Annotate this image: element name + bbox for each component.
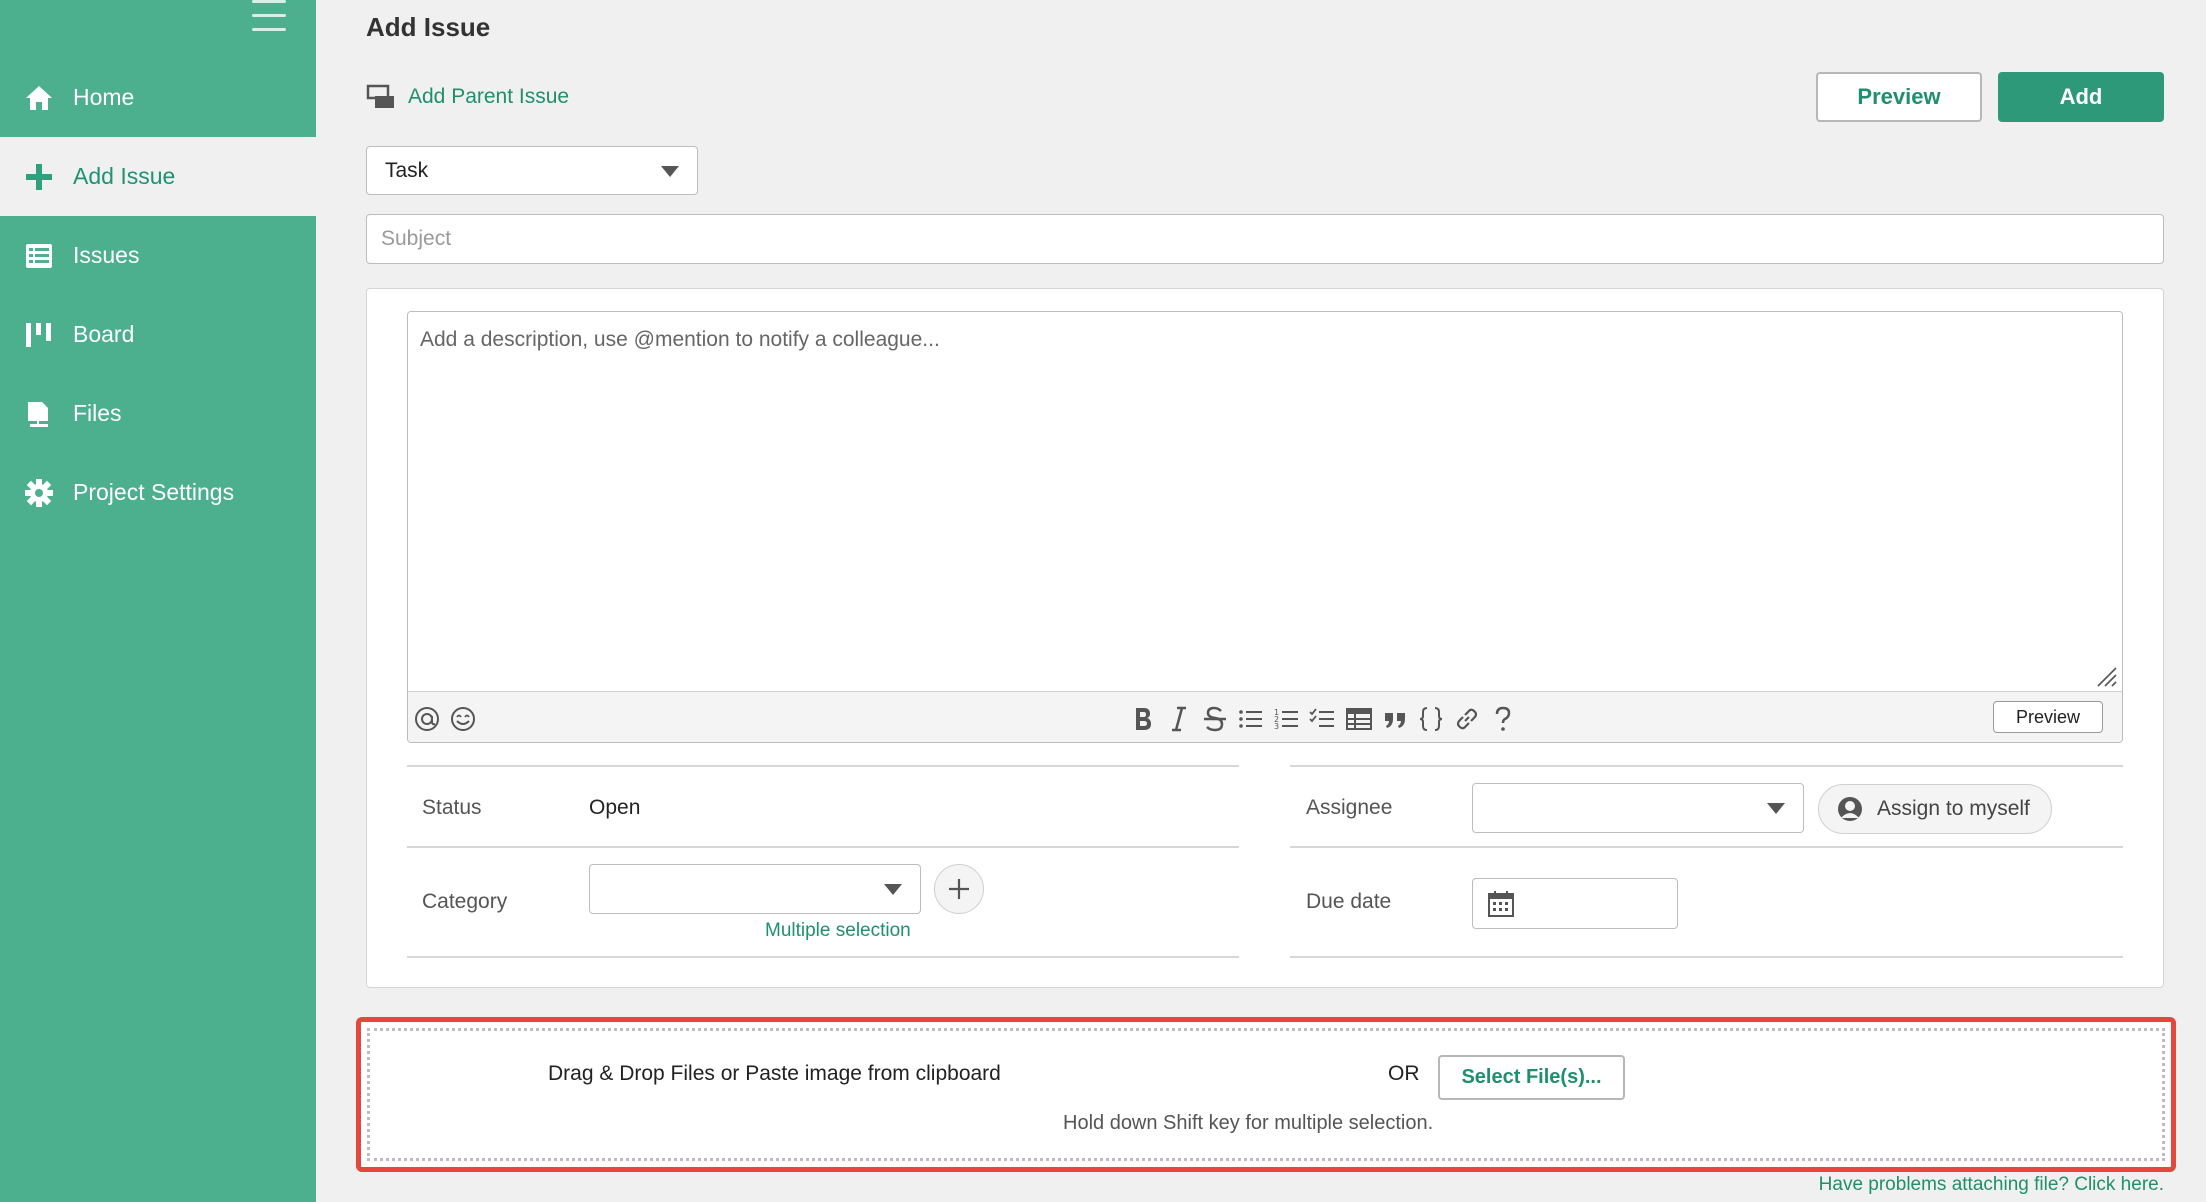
preview-button[interactable]: Preview [1816,72,1982,122]
plus-icon [24,162,54,192]
issue-type-select[interactable]: Task [366,146,698,195]
code-icon[interactable] [1412,700,1450,738]
subject-input[interactable] [366,214,2164,264]
home-icon [24,83,54,113]
quote-icon[interactable] [1376,700,1414,738]
add-button[interactable]: Add [1998,72,2164,122]
table-icon[interactable] [1340,700,1378,738]
divider [1290,956,2123,958]
assign-to-myself-button[interactable]: Assign to myself [1818,784,2052,834]
status-value: Open [589,796,641,819]
divider [407,846,1239,848]
page-title: Add Issue [366,12,491,42]
assignee-label: Assignee [1306,796,1393,819]
drop-zone-text: Drag & Drop Files or Paste image from cl… [548,1062,1001,1085]
sidebar-item-label: Issues [73,242,140,268]
add-category-button[interactable] [934,864,984,914]
menu-toggle-icon[interactable] [252,0,286,32]
checklist-icon[interactable] [1304,700,1342,738]
category-label: Category [422,890,508,913]
link-icon[interactable] [1448,700,1486,738]
editor-preview-button[interactable]: Preview [1993,701,2103,733]
multiple-selection-link[interactable]: Multiple selection [765,920,911,942]
emoji-icon[interactable] [444,700,482,738]
category-select[interactable] [589,864,921,914]
sidebar-item-issues[interactable]: Issues [0,216,316,295]
due-date-input[interactable] [1472,878,1678,929]
plus-icon [949,879,969,899]
drop-zone-border [367,1028,2165,1161]
user-icon [1835,794,1865,824]
add-parent-issue-label: Add Parent Issue [408,85,570,108]
divider [1290,846,2123,848]
files-icon [24,399,54,429]
attachment-help-link[interactable]: Have problems attaching file? Click here… [1819,1174,2164,1196]
description-textarea[interactable] [408,312,2122,692]
italic-icon[interactable] [1160,700,1198,738]
issue-type-value: Task [385,158,429,182]
sidebar-item-files[interactable]: Files [0,374,316,453]
divider [407,765,1239,767]
board-icon [24,320,54,350]
assignee-select[interactable] [1472,783,1804,833]
drop-zone-or: OR [1388,1062,1420,1085]
bullet-list-icon[interactable] [1232,700,1270,738]
gear-icon [24,478,54,508]
sidebar-item-board[interactable]: Board [0,295,316,374]
help-icon[interactable] [1484,700,1522,738]
resize-handle-icon[interactable] [2094,664,2118,688]
chevron-down-icon [884,884,902,895]
divider [1290,765,2123,767]
numbered-list-icon[interactable]: 123 [1268,700,1306,738]
sidebar-item-label: Add Issue [73,163,176,189]
sidebar-item-label: Project Settings [73,479,235,505]
file-drop-zone[interactable] [356,1017,2176,1172]
sidebar-item-add-issue[interactable]: Add Issue [0,137,316,216]
chevron-down-icon [661,165,679,177]
sidebar-item-label: Home [73,84,135,110]
divider [407,956,1239,958]
calendar-icon [1486,889,1516,919]
chevron-down-icon [1767,803,1785,814]
list-icon [24,241,54,271]
sidebar-item-label: Board [73,321,135,347]
sidebar-item-project-settings[interactable]: Project Settings [0,453,316,532]
select-files-button[interactable]: Select File(s)... [1438,1055,1625,1100]
due-date-label: Due date [1306,890,1392,913]
add-parent-issue-link[interactable]: Add Parent Issue [366,82,569,112]
bold-icon[interactable] [1124,700,1162,738]
svg-text:3: 3 [1274,722,1279,731]
editor-toolbar: 123 Preview [408,691,2122,742]
mention-icon[interactable] [408,700,446,738]
assign-to-myself-label: Assign to myself [1877,797,2030,820]
sidebar: Home Add Issue Issues Board Files Projec… [0,0,316,1202]
parent-issue-icon [366,82,396,112]
sidebar-item-home[interactable]: Home [0,58,316,137]
strikethrough-icon[interactable] [1196,700,1234,738]
description-editor: 123 Preview [407,311,2123,743]
sidebar-item-label: Files [73,400,122,426]
status-label: Status [422,796,482,819]
drop-zone-hint: Hold down Shift key for multiple selecti… [1063,1112,1434,1134]
